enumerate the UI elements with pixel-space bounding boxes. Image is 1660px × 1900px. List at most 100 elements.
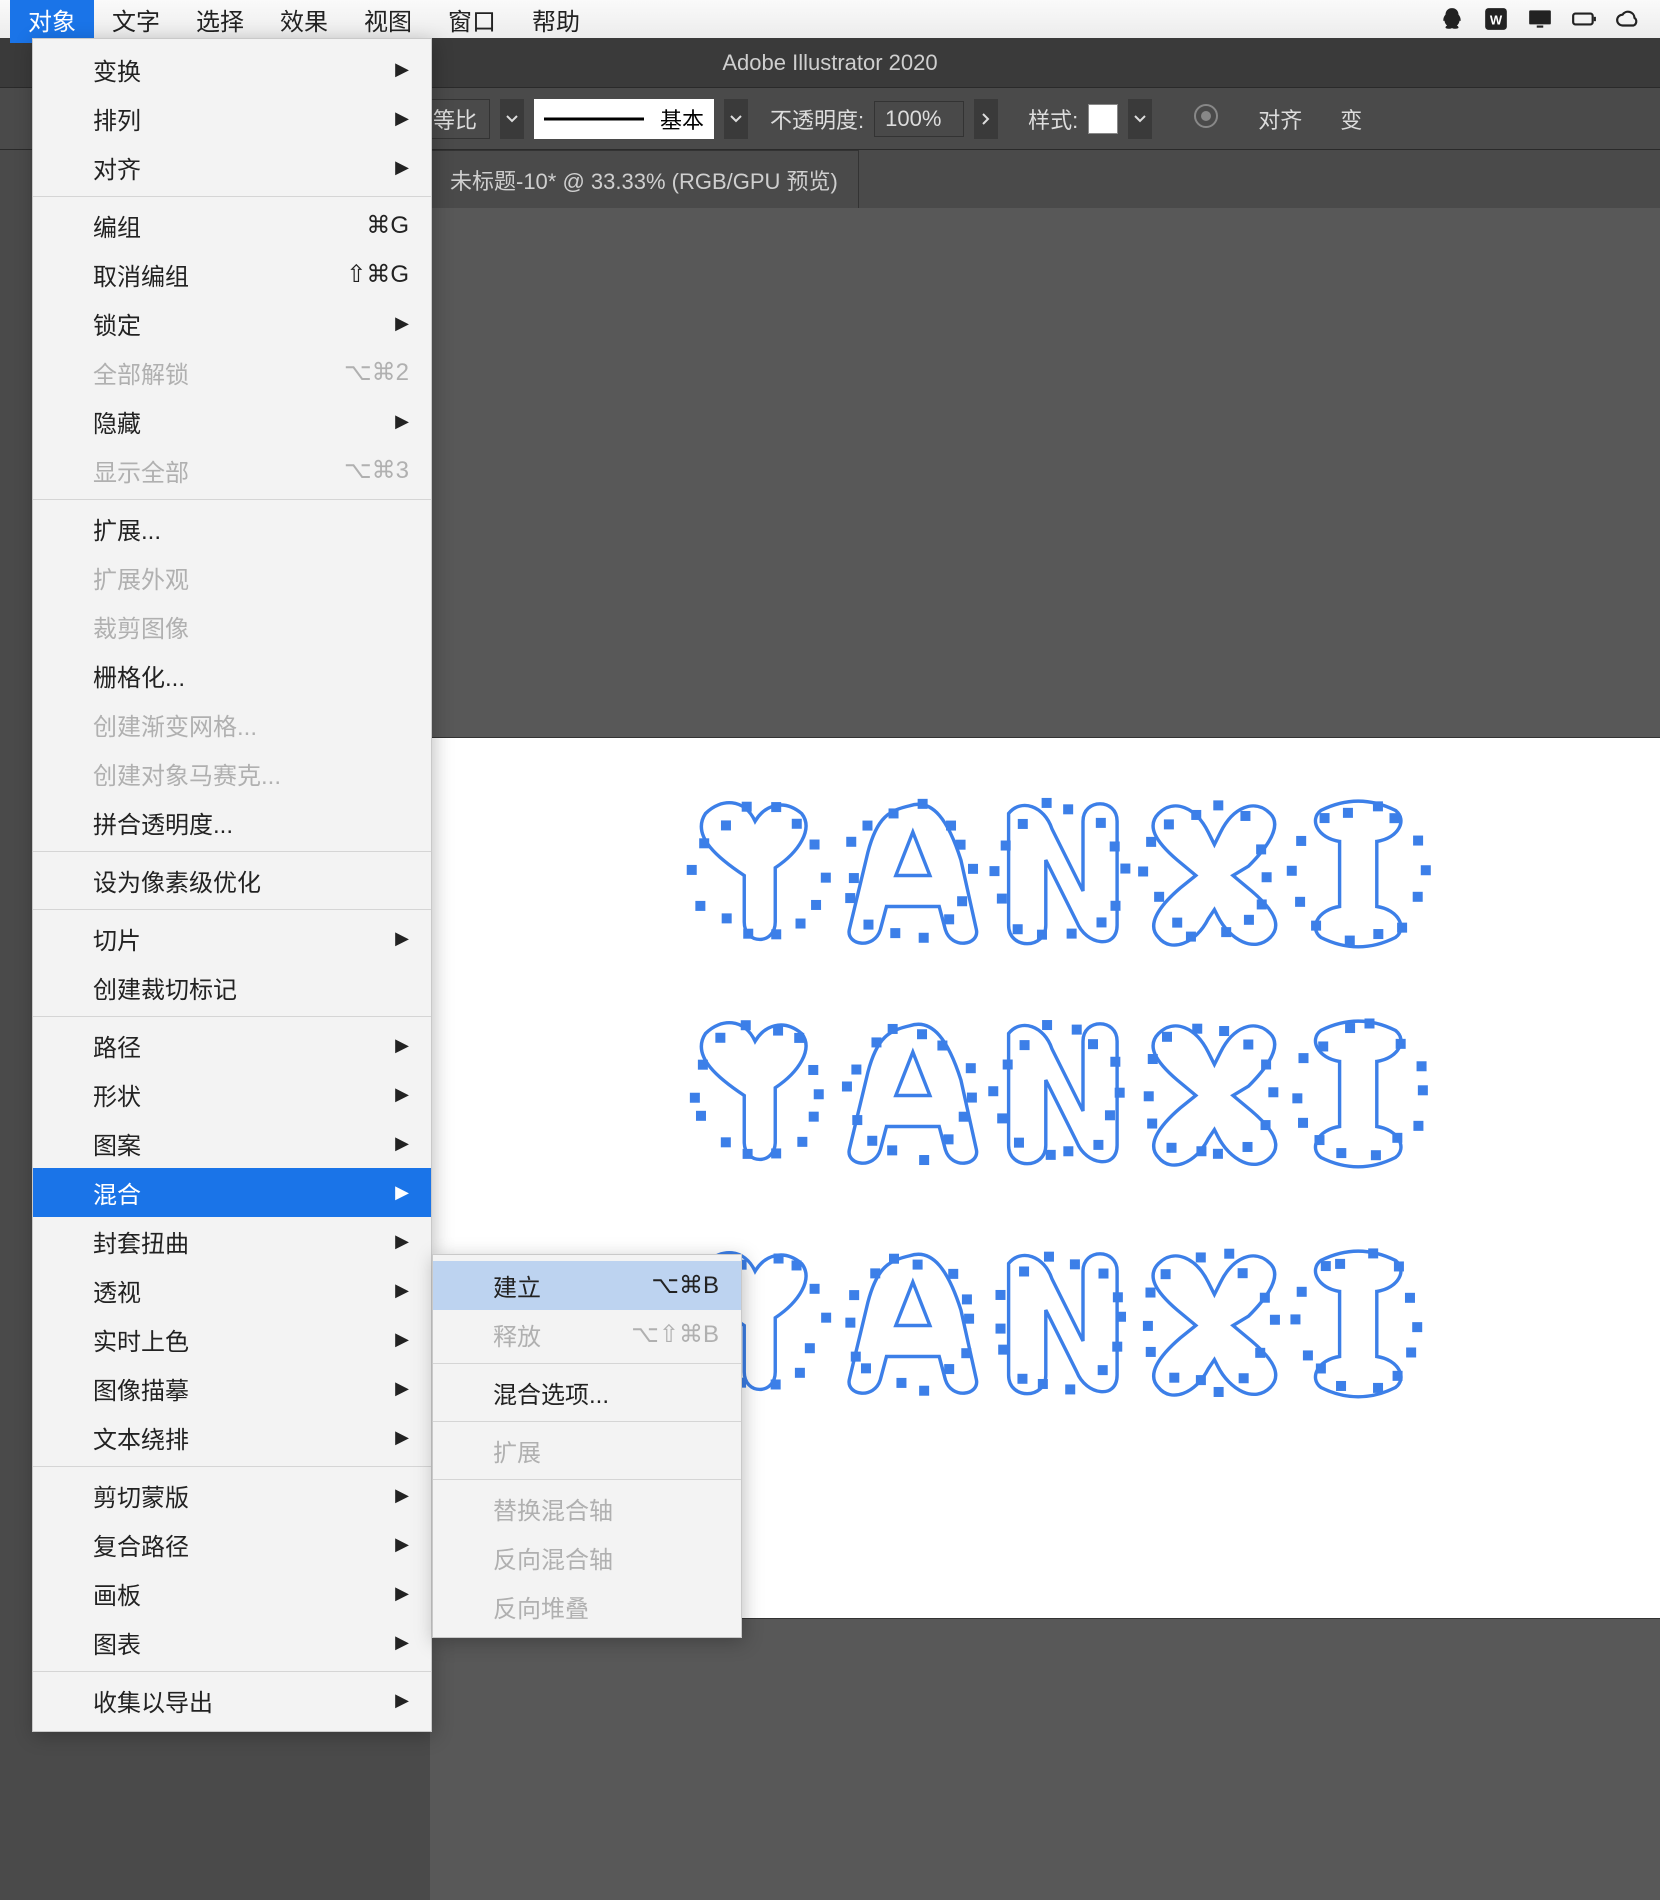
stroke-label: 基本 [660, 103, 704, 135]
opacity-input[interactable]: 100% [874, 101, 964, 137]
menu-item-实时上色[interactable]: 实时上色▶ [33, 1315, 431, 1364]
menu-item-锁定[interactable]: 锁定▶ [33, 299, 431, 348]
menu-item-取消编组[interactable]: 取消编组⇧⌘G [33, 250, 431, 299]
menu-item-label: 形状 [93, 1077, 141, 1112]
submenu-item-混合选项...[interactable]: 混合选项... [433, 1368, 741, 1417]
submenu-arrow-icon: ▶ [395, 1182, 409, 1203]
menu-item-图案[interactable]: 图案▶ [33, 1119, 431, 1168]
menu-item-对齐[interactable]: 对齐▶ [33, 143, 431, 192]
display-icon[interactable] [1522, 4, 1558, 34]
battery-icon[interactable] [1566, 4, 1602, 34]
style-swatch[interactable] [1088, 104, 1118, 134]
menu-item-收集以导出[interactable]: 收集以导出▶ [33, 1676, 431, 1725]
menu-item-label: 路径 [93, 1028, 141, 1063]
ratio-label: 等比 [433, 103, 477, 135]
menu-item-label: 实时上色 [93, 1322, 189, 1357]
menu-shortcut: ⌥⌘3 [344, 456, 409, 485]
menu-item-形状[interactable]: 形状▶ [33, 1070, 431, 1119]
menu-item-混合[interactable]: 混合 ▶ [33, 1168, 431, 1217]
appearance-icon[interactable] [1192, 102, 1220, 136]
submenu-item-label: 混合选项... [493, 1375, 609, 1410]
menu-item-label: 创建对象马赛克... [93, 756, 281, 791]
menu-item-label: 切片 [93, 921, 141, 956]
menu-item-画板[interactable]: 画板▶ [33, 1569, 431, 1618]
menu-select[interactable]: 选择 [178, 0, 262, 43]
submenu-item-label: 建立 [493, 1268, 541, 1303]
menu-item-扩展...[interactable]: 扩展... [33, 504, 431, 553]
document-tab-label: 未标题-10* @ 33.33% (RGB/GPU 预览) [450, 164, 838, 196]
menu-effect[interactable]: 效果 [262, 0, 346, 43]
menu-window[interactable]: 窗口 [430, 0, 514, 43]
menu-item-封套扭曲[interactable]: 封套扭曲▶ [33, 1217, 431, 1266]
submenu-item-label: 释放 [493, 1317, 541, 1352]
menu-item-图像描摹[interactable]: 图像描摹▶ [33, 1364, 431, 1413]
menu-shortcut: ⌘G [366, 211, 409, 240]
menu-item-label: 栅格化... [93, 658, 185, 693]
menu-item-拼合透明度...[interactable]: 拼合透明度... [33, 798, 431, 847]
menu-help[interactable]: 帮助 [514, 0, 598, 43]
transform-stub[interactable]: 变 [1340, 103, 1362, 135]
menu-view[interactable]: 视图 [346, 0, 430, 43]
submenu-arrow-icon: ▶ [395, 1583, 409, 1604]
submenu-arrow-icon: ▶ [395, 313, 409, 334]
menu-item-栅格化...[interactable]: 栅格化... [33, 651, 431, 700]
menu-item-切片[interactable]: 切片▶ [33, 914, 431, 963]
menu-item-剪切蒙版[interactable]: 剪切蒙版▶ [33, 1471, 431, 1520]
opacity-chevron-icon[interactable] [974, 99, 998, 139]
submenu-arrow-icon: ▶ [395, 59, 409, 80]
macos-menubar: 对象 文字 选择 效果 视图 窗口 帮助 W [0, 0, 1660, 38]
submenu-item-释放: 释放⌥⇧⌘B [433, 1310, 741, 1359]
menu-type[interactable]: 文字 [94, 0, 178, 43]
menu-item-排列[interactable]: 排列 ▶ [33, 94, 431, 143]
submenu-arrow-icon: ▶ [395, 1133, 409, 1154]
qq-icon[interactable] [1434, 4, 1470, 34]
menu-item-创建对象马赛克...: 创建对象马赛克... [33, 749, 431, 798]
menu-item-label: 排列 [93, 101, 141, 136]
submenu-item-label: 反向混合轴 [493, 1540, 613, 1575]
menu-item-隐藏[interactable]: 隐藏▶ [33, 397, 431, 446]
creative-cloud-icon[interactable] [1610, 4, 1646, 34]
canvas-area[interactable] [430, 208, 1660, 1900]
align-label[interactable]: 对齐 [1258, 103, 1302, 135]
menu-item-创建裁切标记[interactable]: 创建裁切标记 [33, 963, 431, 1012]
submenu-arrow-icon: ▶ [395, 1035, 409, 1056]
menu-item-全部解锁: 全部解锁⌥⌘2 [33, 348, 431, 397]
wps-icon[interactable]: W [1478, 4, 1514, 34]
menu-item-label: 创建渐变网格... [93, 707, 257, 742]
submenu-arrow-icon: ▶ [395, 1427, 409, 1448]
menu-item-变换[interactable]: 变换 ▶ [33, 45, 431, 94]
submenu-arrow-icon: ▶ [395, 108, 409, 129]
menu-item-文本绕排[interactable]: 文本绕排▶ [33, 1413, 431, 1462]
submenu-arrow-icon: ▶ [395, 1690, 409, 1711]
menu-item-label: 扩展外观 [93, 560, 189, 595]
document-tab[interactable]: 未标题-10* @ 33.33% (RGB/GPU 预览) [430, 150, 859, 208]
submenu-item-建立[interactable]: 建立 ⌥⌘B [433, 1261, 741, 1310]
submenu-item-label: 扩展 [493, 1433, 541, 1468]
menu-item-label: 编组 [93, 208, 141, 243]
svg-text:W: W [1490, 12, 1503, 27]
menu-object[interactable]: 对象 [10, 0, 94, 43]
menu-item-编组[interactable]: 编组 ⌘G [33, 201, 431, 250]
menu-item-label: 显示全部 [93, 453, 189, 488]
submenu-item-反向混合轴: 反向混合轴 [433, 1533, 741, 1582]
style-chevron-icon[interactable] [1128, 99, 1152, 139]
menu-shortcut: ⇧⌘G [346, 260, 409, 289]
submenu-shortcut: ⌥⌘B [651, 1271, 719, 1300]
menu-item-label: 混合 [93, 1175, 141, 1210]
menu-item-label: 创建裁切标记 [93, 970, 237, 1005]
menu-item-label: 变换 [93, 52, 141, 87]
menu-item-图表[interactable]: 图表 ▶ [33, 1618, 431, 1667]
menu-item-label: 图表 [93, 1625, 141, 1660]
stroke-preview[interactable]: 基本 [534, 99, 714, 139]
menu-item-label: 透视 [93, 1273, 141, 1308]
menu-item-路径[interactable]: 路径 ▶ [33, 1021, 431, 1070]
ratio-chevron-icon[interactable] [500, 99, 524, 139]
menu-item-label: 对齐 [93, 150, 141, 185]
menu-item-透视[interactable]: 透视▶ [33, 1266, 431, 1315]
submenu-arrow-icon: ▶ [395, 1632, 409, 1653]
menu-item-label: 复合路径 [93, 1527, 189, 1562]
menu-item-label: 扩展... [93, 511, 161, 546]
menu-item-复合路径[interactable]: 复合路径▶ [33, 1520, 431, 1569]
menu-item-设为像素级优化[interactable]: 设为像素级优化 [33, 856, 431, 905]
stroke-chevron-icon[interactable] [724, 99, 748, 139]
